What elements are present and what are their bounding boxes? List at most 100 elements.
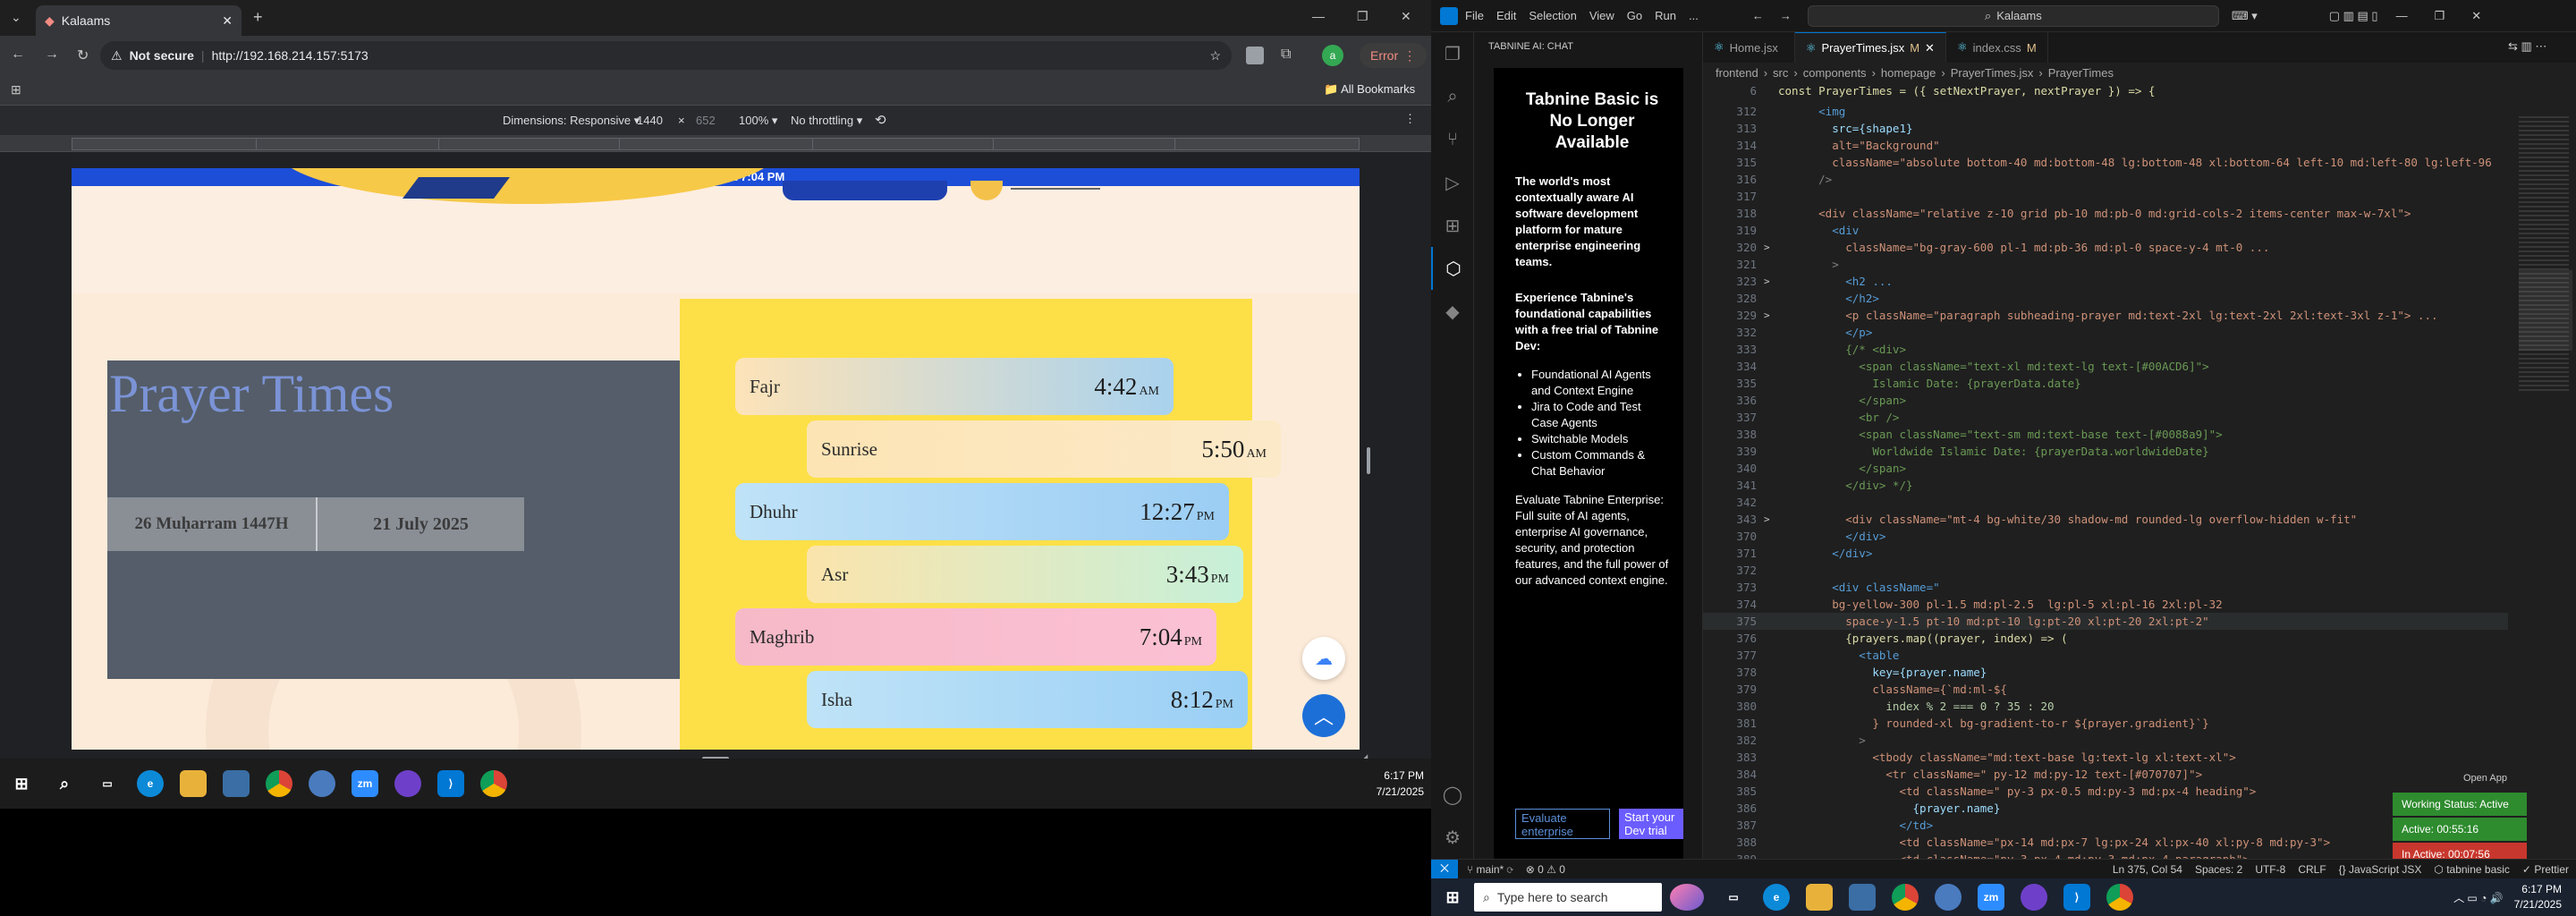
extensions-icon[interactable]: ⊞ xyxy=(1431,204,1474,247)
code-line[interactable]: 6 const PrayerTimes = ({ setNextPrayer, n… xyxy=(1703,82,2508,99)
search-activity-icon[interactable]: ⌕ xyxy=(1431,75,1474,118)
chrome-icon-2[interactable] xyxy=(480,770,507,797)
app-icon[interactable] xyxy=(309,770,335,797)
address-bar[interactable]: ⚠ Not secure | http://192.168.214.157:51… xyxy=(100,41,1232,70)
fold-chevron-icon[interactable]: > xyxy=(1764,310,1778,321)
search-icon[interactable]: ⌕ xyxy=(51,770,78,797)
cursor-position[interactable]: Ln 375, Col 54 xyxy=(2113,863,2182,876)
code-line[interactable]: 371 </div> xyxy=(1703,545,2508,562)
code-line[interactable]: 375 space-y-1.5 pt-10 md:pt-10 lg:pt-20 … xyxy=(1703,613,2508,630)
code-line[interactable]: 381 } rounded-xl bg-gradient-to-r ${pray… xyxy=(1703,715,2508,732)
taskbar-search[interactable]: ⌕ Type here to search xyxy=(1474,883,1662,912)
code-line[interactable]: 318 <div className="relative z-10 grid p… xyxy=(1703,205,2508,222)
zoom-icon[interactable]: zm xyxy=(352,770,378,797)
all-bookmarks-link[interactable]: 📁 All Bookmarks xyxy=(1324,82,1415,97)
zoom-icon[interactable]: zm xyxy=(1978,884,2004,911)
minimize-icon[interactable]: — xyxy=(2396,9,2408,22)
store-icon[interactable] xyxy=(1849,884,1876,911)
code-line[interactable]: 339 Worldwide Islamic Date: {prayerData.… xyxy=(1703,443,2508,460)
tabnine-status[interactable]: ⬡ tabnine basic xyxy=(2434,863,2510,876)
code-line[interactable]: 374 bg-yellow-300 pl-1.5 md:pl-2.5 lg:pl… xyxy=(1703,596,2508,613)
minimize-icon[interactable]: — xyxy=(1312,9,1325,23)
store-icon[interactable] xyxy=(223,770,250,797)
layout-icons[interactable]: ▢ ▥ ▤ ▯ xyxy=(2329,9,2378,23)
edge-icon[interactable]: e xyxy=(1763,884,1790,911)
browser-tab[interactable]: ◆ Kalaams ✕ xyxy=(36,5,242,36)
bookmark-star-icon[interactable]: ☆ xyxy=(1209,48,1221,64)
code-line[interactable]: 383 <tbody className="md:text-base lg:te… xyxy=(1703,749,2508,766)
code-line[interactable]: 341 </div> */} xyxy=(1703,477,2508,494)
rotate-icon[interactable]: ⟲ xyxy=(875,112,886,128)
code-line[interactable]: 338 <span className="text-sm md:text-bas… xyxy=(1703,426,2508,443)
width-input[interactable]: 1440 xyxy=(637,114,663,127)
code-line[interactable]: 373 <div className=" xyxy=(1703,579,2508,596)
forward-icon[interactable]: → xyxy=(45,47,59,63)
fold-chevron-icon[interactable]: > xyxy=(1764,242,1778,253)
code-line[interactable]: 313 src={shape1} xyxy=(1703,120,2508,137)
code-line[interactable]: 380 index % 2 === 0 ? 35 : 20 xyxy=(1703,698,2508,715)
close-window-icon[interactable]: ✕ xyxy=(1401,9,1411,24)
problems-indicator[interactable]: ⊗ 0 ⚠ 0 xyxy=(1526,863,1565,876)
run-debug-icon[interactable]: ▷ xyxy=(1431,161,1474,204)
new-tab-icon[interactable]: + xyxy=(253,8,263,27)
extension-icon[interactable] xyxy=(1246,47,1264,64)
code-line[interactable]: 388 <td className="px-14 md:px-7 lg:px-2… xyxy=(1703,834,2508,851)
file-explorer-icon[interactable] xyxy=(1806,884,1833,911)
menu-item[interactable]: View xyxy=(1589,9,1614,22)
open-app-label[interactable]: Open App xyxy=(2463,773,2507,784)
editor-tab[interactable]: ⚛ Home.jsx xyxy=(1703,32,1795,63)
code-line[interactable]: 328 </h2> xyxy=(1703,290,2508,307)
cloud-icon-button[interactable]: ☁ xyxy=(1302,637,1345,680)
code-line[interactable]: 370 </div> xyxy=(1703,528,2508,545)
profile-avatar[interactable]: a xyxy=(1322,45,1343,66)
fold-chevron-icon[interactable]: > xyxy=(1764,276,1778,287)
code-line[interactable]: 386 {prayer.name} xyxy=(1703,800,2508,817)
code-line[interactable]: 384 <tr className=" py-12 md:py-12 text-… xyxy=(1703,766,2508,783)
nav-back-icon[interactable]: ← xyxy=(1752,9,1764,22)
right-clock[interactable]: 6:17 PM 7/21/2025 xyxy=(2514,882,2562,912)
encoding[interactable]: UTF-8 xyxy=(2255,863,2285,876)
accounts-icon[interactable]: ◯ xyxy=(1431,773,1474,816)
breadcrumb-item[interactable]: frontend xyxy=(1716,66,1758,80)
back-icon[interactable]: ← xyxy=(11,47,25,63)
menu-item[interactable]: File xyxy=(1465,9,1484,22)
widgets-icon[interactable] xyxy=(1670,884,1704,911)
throttle-dropdown[interactable]: No throttling ▾ xyxy=(791,114,862,128)
edge-icon[interactable]: e xyxy=(137,770,164,797)
code-line[interactable]: 377 <table xyxy=(1703,647,2508,664)
resize-handle-right[interactable] xyxy=(1367,447,1370,474)
minimap[interactable] xyxy=(2519,82,2576,859)
language-mode[interactable]: {} JavaScript JSX xyxy=(2339,863,2422,876)
menu-item[interactable]: Run xyxy=(1655,9,1676,22)
line-ending[interactable]: CRLF xyxy=(2298,863,2326,876)
command-center[interactable]: ⌕ Kalaams xyxy=(1807,4,2219,27)
code-line[interactable]: 333 {/* <div> xyxy=(1703,341,2508,358)
task-view-icon[interactable]: ▭ xyxy=(94,770,121,797)
code-line[interactable]: 316 /> xyxy=(1703,171,2508,188)
code-line[interactable]: 337 <br /> xyxy=(1703,409,2508,426)
left-clock[interactable]: 6:17 PM 7/21/2025 xyxy=(1377,768,1424,800)
breadcrumb-item[interactable]: components xyxy=(1803,66,1867,80)
copilot-icon[interactable]: ⌨ ▾ xyxy=(2232,9,2258,23)
settings-gear-icon[interactable]: ⚙ xyxy=(1431,816,1474,859)
header-button[interactable] xyxy=(783,181,947,200)
code-line[interactable]: 335 Islamic Date: {prayerData.date} xyxy=(1703,375,2508,392)
code-line[interactable]: 385 <td className=" py-3 px-0.5 md:py-3 … xyxy=(1703,783,2508,800)
code-line[interactable]: 376 {prayers.map((prayer, index) => ( xyxy=(1703,630,2508,647)
code-line[interactable]: 336 </span> xyxy=(1703,392,2508,409)
device-menu-icon[interactable]: ⋮ xyxy=(1404,112,1416,126)
code-line[interactable]: 315 className="absolute bottom-40 md:bot… xyxy=(1703,154,2508,171)
code-editor[interactable]: 6 const PrayerTimes = ({ setNextPrayer, n… xyxy=(1703,82,2508,866)
breadcrumb-item[interactable]: PrayerTimes xyxy=(2048,66,2114,80)
chrome-icon-2[interactable] xyxy=(2106,884,2133,911)
code-line[interactable]: 329 > <p className="paragraph subheading-… xyxy=(1703,307,2508,324)
windows-start-icon[interactable]: ⊞ xyxy=(1439,884,1466,911)
code-line[interactable]: 314 alt="Background" xyxy=(1703,137,2508,154)
branch-indicator[interactable]: ⑂ main* ⟳ xyxy=(1467,863,1513,876)
dimensions-dropdown[interactable]: Dimensions: Responsive ▾ xyxy=(503,114,640,128)
code-line[interactable]: 340 </span> xyxy=(1703,460,2508,477)
close-window-icon[interactable]: ✕ xyxy=(2471,9,2481,23)
editor-tab[interactable]: ⚛ PrayerTimes.jsx M ✕ xyxy=(1794,32,1946,63)
menu-item[interactable]: ... xyxy=(1689,9,1699,22)
app-icon[interactable] xyxy=(1935,884,1962,911)
